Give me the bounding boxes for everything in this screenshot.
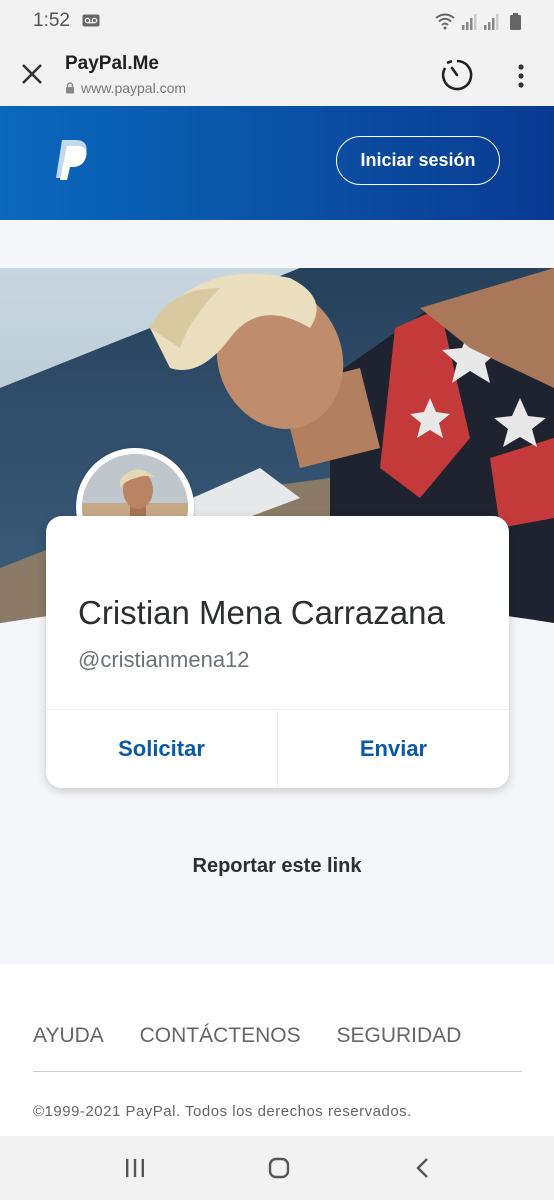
footer-link-contact[interactable]: CONTÁCTENOS bbox=[140, 1024, 301, 1047]
back-icon[interactable] bbox=[415, 1157, 431, 1179]
signal-icon-2 bbox=[484, 14, 499, 30]
profile-name: Cristian Mena Carrazana bbox=[78, 594, 445, 631]
history-timer-icon[interactable] bbox=[440, 58, 474, 92]
recent-apps-icon[interactable] bbox=[124, 1158, 146, 1178]
login-button[interactable]: Iniciar sesión bbox=[336, 136, 500, 185]
footer: AYUDA CONTÁCTENOS SEGURIDAD ©1999-2021 P… bbox=[0, 964, 554, 1136]
page-url: www.paypal.com bbox=[81, 80, 187, 96]
wifi-icon bbox=[435, 13, 455, 30]
profile-card: Cristian Mena Carrazana @cristianmena12 … bbox=[46, 516, 509, 788]
footer-link-help[interactable]: AYUDA bbox=[33, 1024, 104, 1047]
system-status-icons bbox=[435, 13, 521, 30]
close-icon[interactable] bbox=[18, 60, 46, 88]
navigation-bar bbox=[0, 1136, 554, 1200]
more-options-icon[interactable] bbox=[510, 62, 532, 90]
battery-icon bbox=[510, 13, 521, 30]
paypal-header: Iniciar sesión bbox=[0, 106, 554, 220]
report-link[interactable]: Reportar este link bbox=[0, 855, 554, 878]
profile-handle: @cristianmena12 bbox=[78, 647, 250, 672]
footer-divider bbox=[33, 1071, 522, 1072]
request-button[interactable]: Solicitar bbox=[46, 709, 277, 788]
send-button[interactable]: Enviar bbox=[278, 709, 509, 788]
status-time: 1:52 bbox=[33, 10, 70, 31]
copyright-text: ©1999-2021 PayPal. Todos los derechos re… bbox=[33, 1103, 412, 1120]
browser-toolbar: PayPal.Me www.paypal.com bbox=[0, 42, 554, 106]
paypal-logo-icon[interactable] bbox=[56, 138, 90, 182]
home-icon[interactable] bbox=[268, 1157, 290, 1179]
signal-icon-1 bbox=[462, 14, 477, 30]
status-bar: 1:52 bbox=[0, 0, 554, 42]
footer-links: AYUDA CONTÁCTENOS SEGURIDAD bbox=[33, 1024, 491, 1048]
footer-link-security[interactable]: SEGURIDAD bbox=[337, 1024, 462, 1047]
lock-icon bbox=[66, 82, 74, 94]
page-title: PayPal.Me bbox=[65, 53, 159, 74]
voicemail-icon bbox=[82, 14, 100, 27]
